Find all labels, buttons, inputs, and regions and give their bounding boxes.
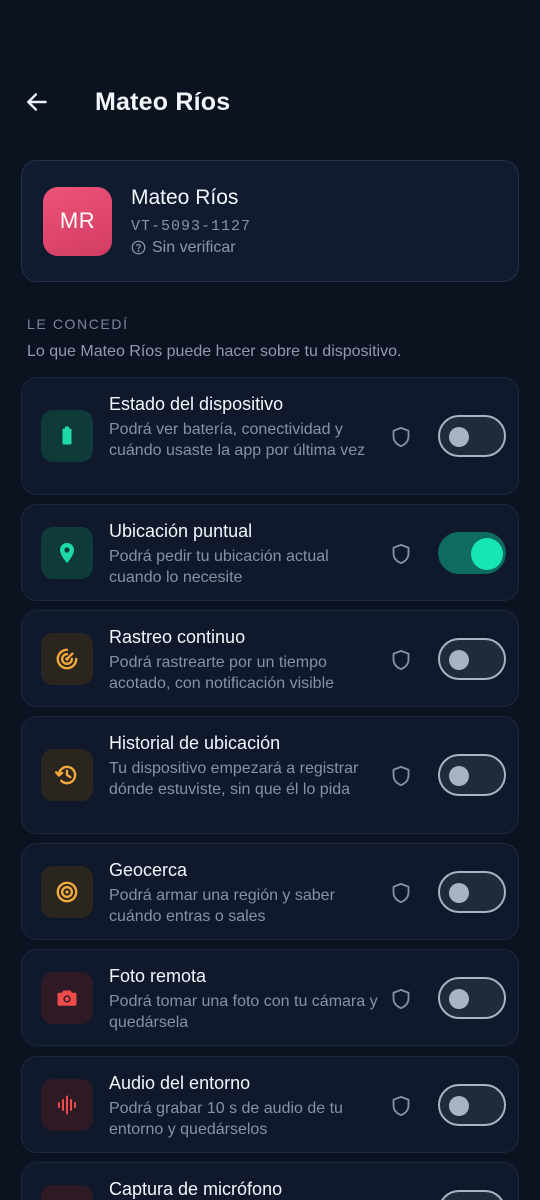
permission-title: Captura de micrófono xyxy=(109,1179,283,1199)
profile-id: VT-5093-1127 xyxy=(131,217,252,235)
toggle-tracking[interactable] xyxy=(438,638,506,680)
shield-icon[interactable] xyxy=(390,425,412,449)
page-title: Mateo Ríos xyxy=(95,87,231,116)
permission-card-ambient-audio: Audio del entorno Podrá grabar 10 s de a… xyxy=(21,1056,519,1153)
audio-wave-icon xyxy=(41,1079,93,1131)
camera-icon xyxy=(41,972,93,1024)
permission-title: Ubicación puntual xyxy=(109,521,253,541)
shield-icon[interactable] xyxy=(390,1094,412,1118)
permission-title: Foto remota xyxy=(109,966,207,986)
toggle-location[interactable] xyxy=(438,532,506,574)
profile-name: Mateo Ríos xyxy=(131,185,239,209)
permission-description: Podrá pedir tu ubicación actual cuando l… xyxy=(109,548,329,586)
location-pin-icon xyxy=(41,527,93,579)
verification-status: Sin verificar xyxy=(131,239,251,257)
permission-card-location-history: Historial de ubicación Tu dispositivo em… xyxy=(21,716,519,834)
shield-icon[interactable] xyxy=(390,881,412,905)
section-title: LE CONCEDÍ xyxy=(27,316,129,332)
permission-description: Podrá rastrearte por un tiempo acotado, … xyxy=(109,654,335,692)
permission-description: Tu dispositivo empezará a registrar dónd… xyxy=(109,760,359,798)
toggle-device-status[interactable] xyxy=(438,415,506,457)
toggle-geofence[interactable] xyxy=(438,871,506,913)
permission-card-geofence: Geocerca Podrá armar una región y saber … xyxy=(21,843,519,940)
verification-status-text: Sin verificar xyxy=(152,238,236,256)
microphone-icon xyxy=(41,1185,93,1200)
shield-icon[interactable] xyxy=(390,987,412,1011)
permission-title: Audio del entorno xyxy=(109,1073,251,1093)
permission-title: Historial de ubicación xyxy=(109,733,281,753)
avatar: MR xyxy=(43,186,112,256)
permission-title: Geocerca xyxy=(109,860,188,880)
shield-icon[interactable] xyxy=(390,542,412,566)
permission-card-tracking: Rastreo continuo Podrá rastrearte por un… xyxy=(21,610,519,707)
permission-card-device-status: Estado del dispositivo Podrá ver batería… xyxy=(21,377,519,495)
section-subtitle: Lo que Mateo Ríos puede hacer sobre tu d… xyxy=(27,343,402,360)
shield-icon[interactable] xyxy=(390,648,412,672)
profile-info: Mateo Ríos VT-5093-1127 Sin verificar xyxy=(131,186,251,257)
toggle-ambient-audio[interactable] xyxy=(438,1084,506,1126)
help-circle-icon xyxy=(131,240,146,255)
shield-icon[interactable] xyxy=(390,764,412,788)
geofence-icon xyxy=(41,866,93,918)
toggle-remote-photo[interactable] xyxy=(438,977,506,1019)
permission-description: Podrá tomar una foto con tu cámara y que… xyxy=(109,993,378,1031)
profile-card: MR Mateo Ríos VT-5093-1127 Sin verificar xyxy=(21,160,519,282)
permission-card-microphone: Captura de micrófono xyxy=(21,1162,519,1200)
battery-icon xyxy=(41,410,93,462)
app-header: Mateo Ríos xyxy=(0,70,540,134)
permission-title: Estado del dispositivo xyxy=(109,394,284,414)
permission-title: Rastreo continuo xyxy=(109,627,246,647)
permission-description: Podrá ver batería, conectividad y cuándo… xyxy=(109,421,366,459)
toggle-location-history[interactable] xyxy=(438,754,506,796)
toggle-microphone[interactable] xyxy=(438,1190,506,1200)
arrow-left-icon xyxy=(27,93,47,111)
history-icon xyxy=(41,749,93,801)
radar-icon xyxy=(41,633,93,685)
permission-card-location: Ubicación puntual Podrá pedir tu ubicaci… xyxy=(21,504,519,601)
back-button[interactable] xyxy=(13,78,61,126)
permission-description: Podrá grabar 10 s de audio de tu entorno… xyxy=(109,1100,343,1138)
permission-description: Podrá armar una región y saber cuándo en… xyxy=(109,887,335,925)
permission-card-remote-photo: Foto remota Podrá tomar una foto con tu … xyxy=(21,949,519,1046)
